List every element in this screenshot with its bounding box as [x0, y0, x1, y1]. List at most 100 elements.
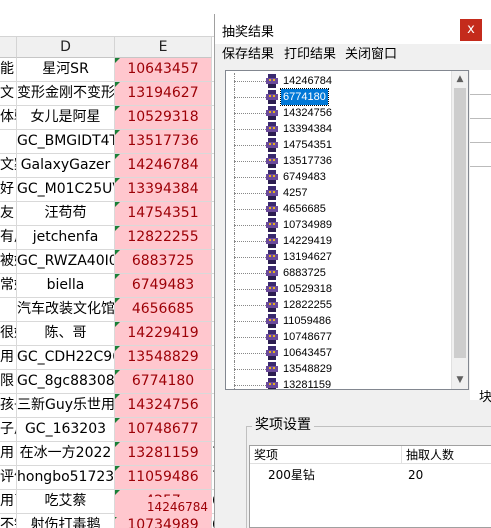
menu-close-window[interactable]: 关闭窗口 — [345, 46, 397, 64]
table-row: 有用jetchenfa12822255 — [0, 226, 222, 250]
list-item[interactable]: 14754351 — [226, 137, 456, 153]
cell-c[interactable]: 友 — [0, 202, 17, 226]
cell-c[interactable]: 孩子 — [0, 394, 17, 418]
results-tree-list[interactable]: 14246784 6774180 14324756 13394384 14754351 1… — [225, 70, 469, 390]
list-item[interactable]: 13517736 — [226, 153, 456, 169]
cell-c[interactable]: 常好 — [0, 274, 17, 298]
cell-e[interactable]: 14324756 — [115, 394, 212, 418]
column-header-d[interactable]: D — [17, 37, 115, 58]
cell-d[interactable]: GC_8gc8830815 — [17, 370, 115, 394]
cell-d[interactable]: GC_163203 — [17, 418, 115, 442]
cell-e[interactable]: 11059486 — [115, 466, 212, 490]
prize-count-cell[interactable]: 20 — [408, 466, 423, 484]
cell-e[interactable]: 13194627 — [115, 82, 212, 106]
list-item[interactable]: 10748677 — [226, 329, 456, 345]
cell-e[interactable]: 6883725 — [115, 250, 212, 274]
column-header-count[interactable]: 抽取人数 — [402, 446, 491, 464]
cell-e[interactable]: 13281159 — [115, 442, 212, 466]
list-item[interactable]: 13194627 — [226, 249, 456, 265]
cell-c[interactable]: 限 — [0, 370, 17, 394]
column-header-c[interactable] — [0, 37, 17, 58]
cell-c[interactable]: 用 — [0, 346, 17, 370]
cell-d[interactable]: 汪苟苟 — [17, 202, 115, 226]
cell-c[interactable]: 评价 — [0, 466, 17, 490]
cell-d[interactable]: 变形金刚不变形 — [17, 82, 115, 106]
cell-e[interactable]: 13394384 — [115, 178, 212, 202]
cell-c[interactable]: 文案 — [0, 154, 17, 178]
summary-cell[interactable]: 14246784 — [115, 497, 212, 517]
cell-e[interactable]: 10643457 — [115, 58, 212, 82]
list-item[interactable]: 13548829 — [226, 361, 456, 377]
cell-c[interactable] — [0, 130, 17, 154]
column-header-prize[interactable]: 奖项 — [250, 446, 402, 464]
list-item[interactable]: 14246784 — [226, 73, 456, 89]
cell-d[interactable]: 星河SR — [17, 58, 115, 82]
cell-d[interactable]: 陈、哥 — [17, 322, 115, 346]
cell-e[interactable]: 13548829 — [115, 346, 212, 370]
result-value: 13548829 — [283, 363, 332, 375]
cell-c[interactable]: 不错 — [0, 514, 17, 528]
cell-c[interactable]: 体验 — [0, 106, 17, 130]
cell-e[interactable]: 6749483 — [115, 274, 212, 298]
cell-e[interactable]: 12822255 — [115, 226, 212, 250]
list-item[interactable]: 6883725 — [226, 265, 456, 281]
list-item[interactable]: 14229419 — [226, 233, 456, 249]
list-item[interactable]: 6749483 — [226, 169, 456, 185]
list-item[interactable]: 14324756 — [226, 105, 456, 121]
cell-c[interactable]: 能 — [0, 58, 17, 82]
cell-d[interactable]: GC_BMGIDT4T — [17, 130, 115, 154]
list-item[interactable]: 10529318 — [226, 281, 456, 297]
dialog-titlebar[interactable]: 抽奖结果 x — [215, 14, 491, 44]
column-header-e[interactable]: E — [115, 37, 212, 58]
tree-line — [234, 273, 266, 274]
list-item[interactable]: 10643457 — [226, 345, 456, 361]
cell-d[interactable]: jetchenfa — [17, 226, 115, 250]
cell-d[interactable]: 在冰一方2022 — [17, 442, 115, 466]
cell-e[interactable]: 10748677 — [115, 418, 212, 442]
list-item[interactable]: 12822255 — [226, 297, 456, 313]
cell-e[interactable]: 10529318 — [115, 106, 212, 130]
cell-d[interactable]: 三新Guy乐世用户 — [17, 394, 115, 418]
results-scrollbar[interactable]: ▲ ▼ — [451, 71, 468, 389]
list-item[interactable]: 4257 — [226, 185, 456, 201]
cell-d[interactable]: biella — [17, 274, 115, 298]
prize-name-cell[interactable]: 200星钻 — [268, 466, 315, 484]
list-item[interactable]: 6774180 — [226, 88, 456, 106]
list-item[interactable]: 13281159 — [226, 377, 456, 389]
cell-c[interactable]: 有用 — [0, 226, 17, 250]
list-item[interactable]: 10734989 — [226, 217, 456, 233]
cell-e[interactable]: 13517736 — [115, 130, 212, 154]
menu-save-results[interactable]: 保存结果 — [222, 46, 274, 64]
cell-c[interactable]: 被好 — [0, 250, 17, 274]
cell-c[interactable]: 用 — [0, 442, 17, 466]
cell-c[interactable] — [0, 298, 17, 322]
scroll-up-icon[interactable]: ▲ — [452, 71, 468, 88]
close-button[interactable]: x — [460, 19, 482, 41]
cell-d[interactable]: 汽车改装文化馆 — [17, 298, 115, 322]
menu-print-results[interactable]: 打印结果 — [284, 46, 336, 64]
prize-table[interactable]: 奖项 抽取人数 200星钻 20 — [249, 445, 491, 528]
cell-e[interactable]: 14246784 — [115, 154, 212, 178]
cell-d[interactable]: GC_RWZA40I0 — [17, 250, 115, 274]
cell-d[interactable]: hongbo517230 — [17, 466, 115, 490]
cell-d[interactable]: GalaxyGazer — [17, 154, 115, 178]
cell-c[interactable]: 子用 — [0, 418, 17, 442]
list-item[interactable]: 11059486 — [226, 313, 456, 329]
cell-d[interactable]: 女儿是阿星 — [17, 106, 115, 130]
list-item[interactable]: 4656685 — [226, 201, 456, 217]
cell-d[interactable]: 吃艾蔡 — [17, 490, 115, 514]
scroll-thumb[interactable] — [454, 88, 466, 358]
cell-c[interactable]: 很好 — [0, 322, 17, 346]
cell-c[interactable]: 好 — [0, 178, 17, 202]
cell-d[interactable]: GC_M01C25UV — [17, 178, 115, 202]
cell-e[interactable]: 6774180 — [115, 370, 212, 394]
scroll-down-icon[interactable]: ▼ — [452, 372, 468, 389]
cell-d[interactable]: 射伤打毒鹅 — [17, 514, 115, 528]
cell-c[interactable]: 文 — [0, 82, 17, 106]
cell-e[interactable]: 14754351 — [115, 202, 212, 226]
cell-e[interactable]: 4656685 — [115, 298, 212, 322]
cell-e[interactable]: 14229419 — [115, 322, 212, 346]
cell-c[interactable]: 用了 — [0, 490, 17, 514]
list-item[interactable]: 13394384 — [226, 121, 456, 137]
cell-d[interactable]: GC_CDH22C96 — [17, 346, 115, 370]
